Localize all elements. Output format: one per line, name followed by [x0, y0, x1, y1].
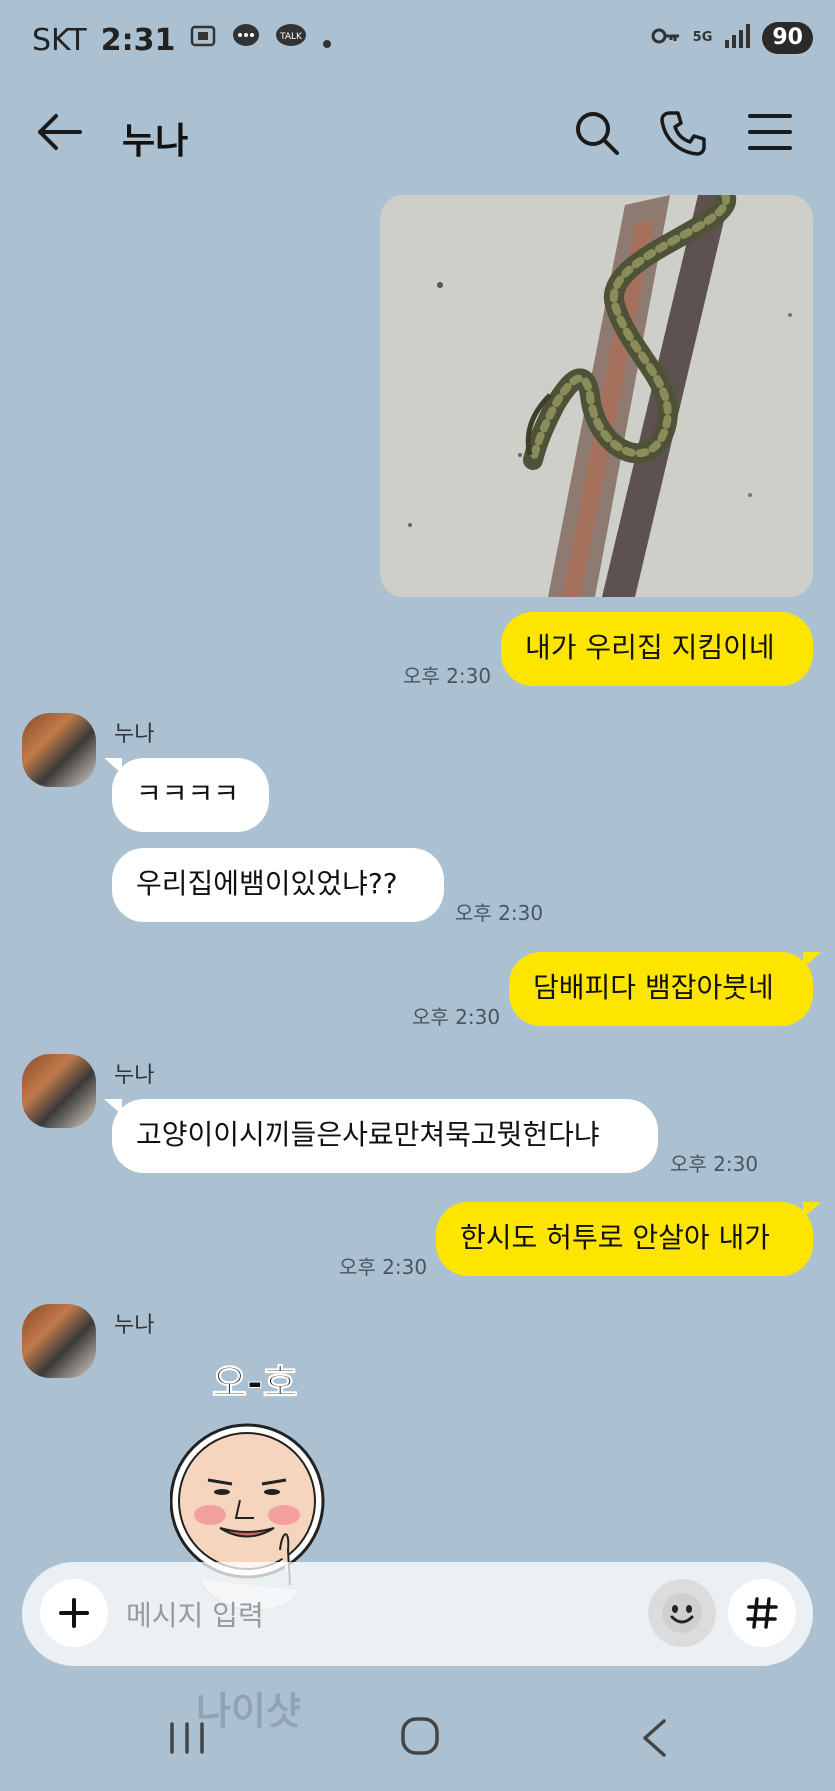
message-time: 오후 2:30 — [403, 664, 492, 688]
my-message-bubble[interactable]: 담배피다 뱀잡아붓네 — [509, 952, 821, 1026]
menu-button[interactable] — [748, 112, 792, 156]
sender-name: 누나 — [114, 722, 155, 747]
battery-badge: 90 — [762, 22, 813, 54]
message-text: 고양이이시끼들은사료만쳐묵고뭣헌다냐 — [136, 1118, 600, 1151]
dot-icon — [321, 23, 333, 58]
message-icon — [231, 22, 261, 58]
avatar[interactable] — [22, 713, 96, 787]
emoji-button[interactable] — [648, 1579, 716, 1647]
phone-icon — [660, 111, 706, 156]
other-message-bubble[interactable]: ㅋㅋㅋㅋ — [104, 758, 269, 832]
network-label: 5G — [692, 30, 713, 45]
back-chevron-icon — [643, 1719, 666, 1757]
sender-name: 누나 — [114, 1063, 155, 1088]
my-message-bubble[interactable]: 한시도 허투로 안살아 내가 — [436, 1202, 821, 1276]
message-text: 우리집에뱀이있었냐?? — [136, 867, 398, 900]
avatar[interactable] — [22, 1304, 96, 1378]
other-message-bubble[interactable]: 우리집에뱀이있었냐?? — [112, 848, 444, 922]
search-icon — [576, 112, 619, 155]
recent-apps-icon — [170, 1722, 204, 1754]
back-nav-button[interactable] — [640, 1718, 668, 1762]
message-input[interactable]: 메시지 입력 — [126, 1594, 264, 1634]
back-button[interactable] — [36, 112, 82, 156]
signal-icon — [724, 24, 751, 52]
emoji-icon — [662, 1593, 702, 1633]
status-bar-right: 5G 90 — [651, 22, 813, 54]
menu-icon — [748, 114, 792, 150]
snake-photo[interactable] — [380, 195, 813, 597]
sender-name: 누나 — [114, 1313, 155, 1338]
call-button[interactable] — [660, 110, 706, 160]
home-icon — [401, 1717, 439, 1755]
recent-apps-button[interactable] — [168, 1720, 206, 1760]
message-text: 한시도 허투로 안살아 내가 — [460, 1221, 771, 1254]
attach-button[interactable] — [40, 1579, 108, 1647]
avatar[interactable] — [22, 1054, 96, 1128]
my-message-bubble[interactable]: 내가 우리집 지킴이네 — [501, 612, 813, 686]
home-button[interactable] — [400, 1716, 440, 1760]
message-text: 담배피다 뱀잡아붓네 — [533, 971, 774, 1004]
sticker-bottom-text: 나이샷 — [196, 1689, 301, 1733]
key-icon — [651, 26, 681, 50]
message-text: 내가 우리집 지킴이네 — [525, 631, 775, 664]
chat-title: 누나 — [122, 121, 189, 162]
talk-icon: TALK — [275, 22, 307, 58]
message-time: 오후 2:30 — [339, 1255, 428, 1279]
hash-icon — [746, 1597, 778, 1629]
hashtag-button[interactable] — [728, 1579, 796, 1647]
status-time: 2:31 — [100, 22, 176, 58]
back-arrow-icon — [38, 114, 82, 150]
screenshot-icon — [189, 22, 217, 58]
message-time: 오후 2:30 — [670, 1152, 759, 1176]
message-time: 오후 2:30 — [412, 1005, 501, 1029]
message-text: ㅋㅋㅋㅋ — [136, 777, 240, 810]
svg-text:TALK: TALK — [279, 32, 303, 42]
network-icon: 5G — [693, 31, 713, 45]
plus-icon — [59, 1598, 89, 1628]
carrier-label: SKT — [32, 22, 87, 58]
message-time: 오후 2:30 — [455, 901, 544, 925]
other-message-bubble[interactable]: 고양이이시끼들은사료만쳐묵고뭣헌다냐 — [104, 1099, 658, 1173]
search-button[interactable] — [574, 110, 620, 160]
sticker-top-text: 오-호 — [212, 1361, 299, 1406]
status-bar-left: SKT 2:31 TALK — [32, 22, 333, 58]
